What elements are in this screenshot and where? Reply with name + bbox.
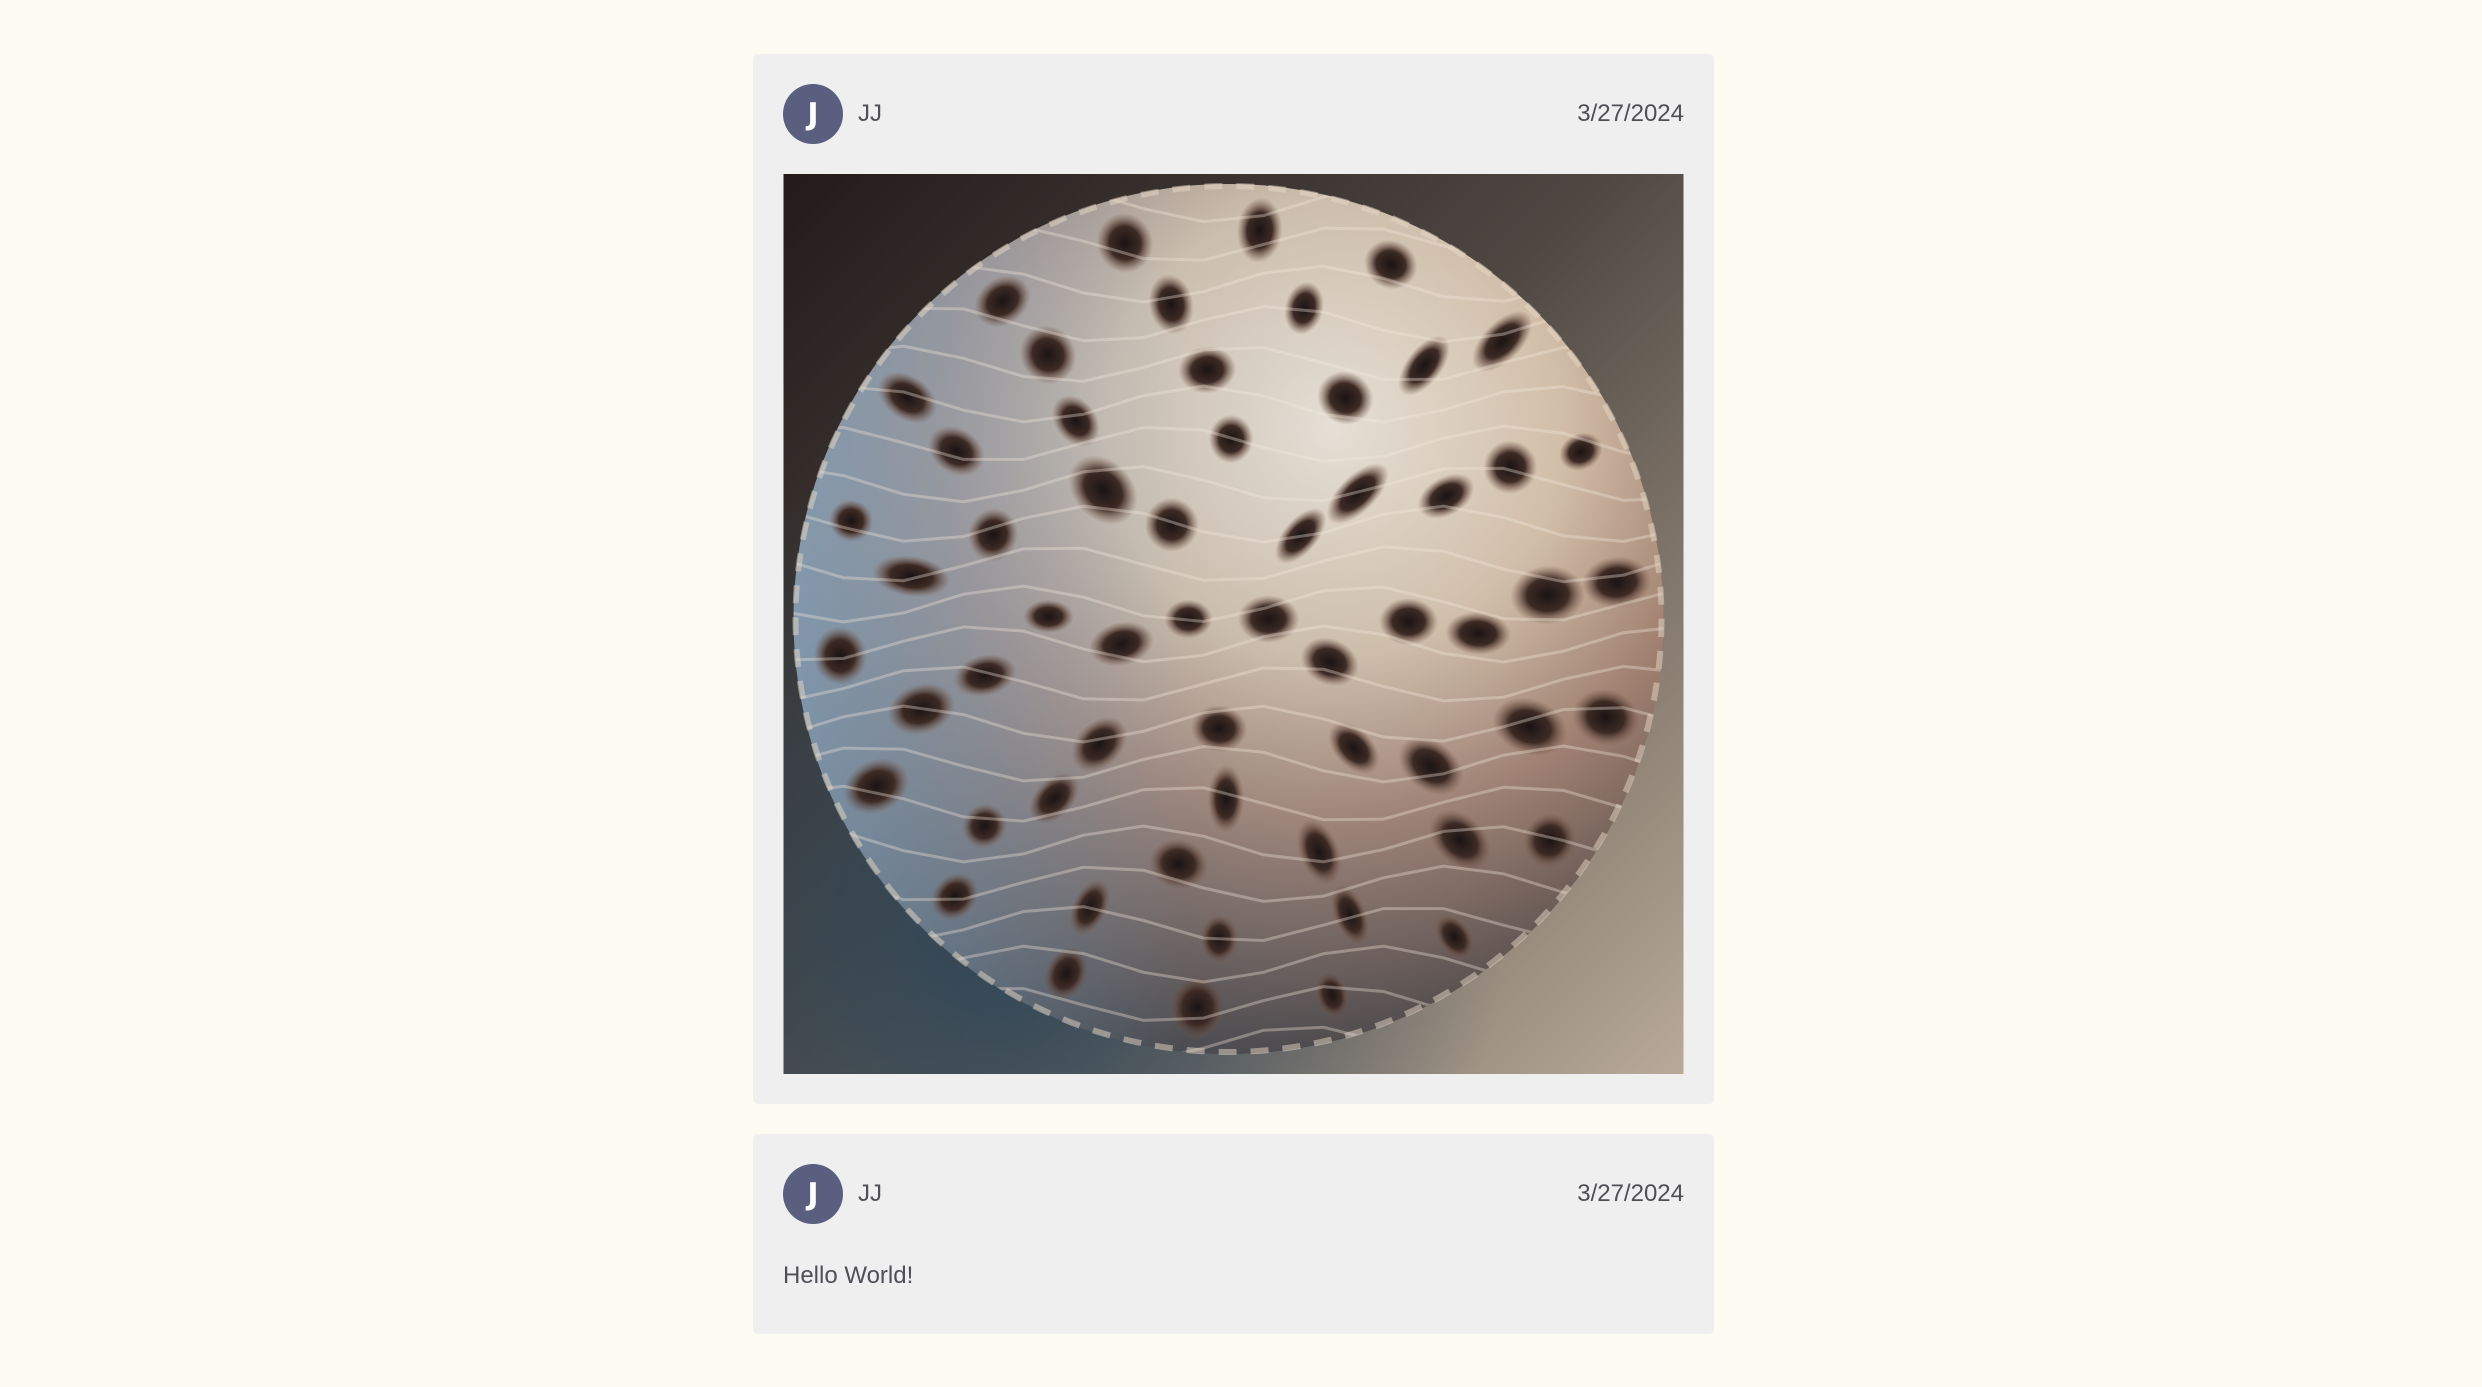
fractal-sphere-image <box>783 174 1684 1074</box>
post-feed: J JJ 3/27/2024 J JJ 3/27/2024 Hello Worl… <box>753 54 1714 1364</box>
post-header: J JJ 3/27/2024 <box>783 1164 1684 1224</box>
post-card: J JJ 3/27/2024 Hello World! <box>753 1134 1714 1334</box>
author-name: JJ <box>858 100 882 127</box>
avatar[interactable]: J <box>783 1164 843 1224</box>
post-text: Hello World! <box>783 1262 914 1289</box>
post-date: 3/27/2024 <box>1577 100 1684 127</box>
post-card: J JJ 3/27/2024 <box>753 54 1714 1104</box>
author-name: JJ <box>858 1180 882 1207</box>
avatar[interactable]: J <box>783 84 843 144</box>
post-date: 3/27/2024 <box>1577 1180 1684 1207</box>
post-header: J JJ 3/27/2024 <box>783 84 1684 144</box>
